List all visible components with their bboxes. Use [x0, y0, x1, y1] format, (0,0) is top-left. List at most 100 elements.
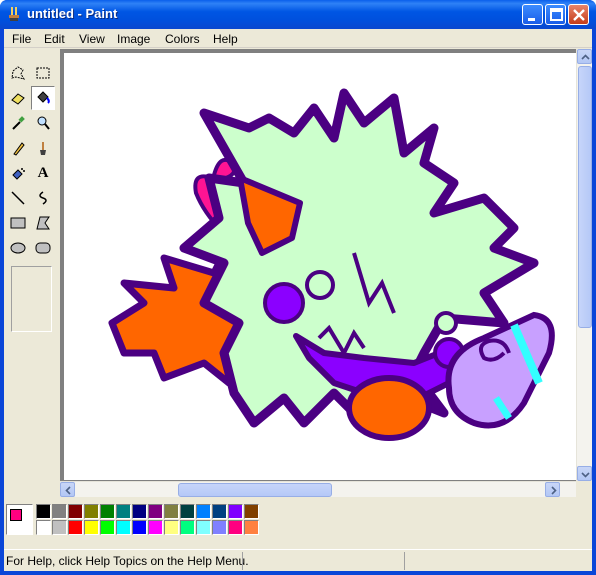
status-bar: For Help, click Help Topics on the Help … — [4, 549, 592, 571]
rectangle-icon — [10, 217, 26, 229]
drawing-image — [108, 88, 555, 441]
polygon-icon — [36, 216, 50, 230]
scrollbar-corner — [576, 481, 592, 497]
palette-swatch[interactable] — [164, 520, 179, 535]
palette-swatch[interactable] — [244, 520, 259, 535]
menu-edit[interactable]: Edit — [44, 32, 65, 46]
ellipse-tool[interactable] — [6, 236, 30, 260]
status-divider — [242, 552, 243, 570]
maximize-button[interactable] — [545, 4, 566, 25]
close-button[interactable] — [568, 4, 589, 25]
vertical-scroll-thumb[interactable] — [578, 66, 592, 328]
scroll-right-button[interactable] — [545, 482, 560, 497]
palette-swatch[interactable] — [148, 520, 163, 535]
status-divider — [404, 552, 405, 570]
menu-file[interactable]: File — [12, 32, 31, 46]
palette-swatch[interactable] — [244, 504, 259, 519]
scroll-down-button[interactable] — [577, 466, 592, 481]
rounded-rectangle-icon — [35, 242, 51, 254]
pick-color-tool[interactable] — [6, 111, 30, 135]
menu-view[interactable]: View — [79, 32, 105, 46]
color-palette — [4, 499, 592, 549]
curve-icon — [39, 191, 47, 205]
tool-options-box[interactable] — [11, 266, 52, 332]
free-form-select-tool[interactable] — [6, 61, 30, 85]
horizontal-scroll-thumb[interactable] — [178, 483, 332, 497]
chevron-up-icon — [581, 54, 590, 60]
text-icon: A — [37, 164, 49, 181]
palette-swatch[interactable] — [212, 504, 227, 519]
palette-swatch[interactable] — [164, 504, 179, 519]
palette-swatch[interactable] — [116, 520, 131, 535]
airbrush-tool[interactable] — [6, 161, 30, 185]
palette-swatch[interactable] — [84, 504, 99, 519]
paint-app-icon — [9, 7, 19, 21]
horizontal-scrollbar[interactable] — [60, 481, 576, 497]
menu-image[interactable]: Image — [117, 32, 150, 46]
current-colors-box[interactable] — [6, 504, 33, 535]
menu-bar: File Edit View Image Colors Help — [4, 29, 592, 48]
minimize-button[interactable] — [522, 4, 543, 25]
text-tool[interactable]: A — [31, 161, 55, 185]
paint-window: untitled - Paint File Edit View Image Co… — [0, 0, 596, 575]
pencil-tool[interactable] — [6, 136, 30, 160]
palette-swatch[interactable] — [100, 520, 115, 535]
toolbox: A — [4, 49, 58, 504]
menu-colors[interactable]: Colors — [165, 32, 200, 46]
brush-icon — [40, 142, 46, 155]
client-area: File Edit View Image Colors Help A For H… — [4, 29, 592, 571]
window-title: untitled - Paint — [27, 6, 118, 21]
foreground-color-swatch[interactable] — [10, 509, 22, 521]
curve-tool[interactable] — [31, 186, 55, 210]
title-bar[interactable]: untitled - Paint — [0, 0, 596, 29]
maximize-icon — [550, 8, 563, 21]
vertical-scrollbar[interactable] — [576, 49, 592, 481]
rounded-rectangle-tool[interactable] — [31, 236, 55, 260]
palette-swatch[interactable] — [36, 504, 51, 519]
fill-with-color-tool[interactable] — [31, 86, 55, 110]
line-tool[interactable] — [6, 186, 30, 210]
palette-swatch[interactable] — [84, 520, 99, 535]
palette-swatch[interactable] — [196, 504, 211, 519]
scroll-left-button[interactable] — [60, 482, 75, 497]
palette-swatch[interactable] — [132, 504, 147, 519]
chevron-down-icon — [581, 472, 590, 478]
brush-tool[interactable] — [31, 136, 55, 160]
drawing-canvas[interactable] — [64, 53, 576, 480]
select-icon — [36, 67, 50, 79]
palette-swatch[interactable] — [196, 520, 211, 535]
line-icon — [11, 191, 25, 205]
palette-swatch[interactable] — [180, 504, 195, 519]
polygon-tool[interactable] — [31, 211, 55, 235]
palette-swatch[interactable] — [212, 520, 227, 535]
palette-swatch[interactable] — [52, 504, 67, 519]
palette-swatch[interactable] — [68, 504, 83, 519]
status-text: For Help, click Help Topics on the Help … — [6, 554, 249, 568]
eraser-icon — [11, 93, 25, 105]
pick-color-icon — [12, 116, 25, 130]
scroll-up-button[interactable] — [577, 49, 592, 64]
magnifier-tool[interactable] — [31, 111, 55, 135]
palette-swatch[interactable] — [36, 520, 51, 535]
eraser-tool[interactable] — [6, 86, 30, 110]
minimize-icon — [528, 18, 535, 21]
menu-help[interactable]: Help — [213, 32, 238, 46]
palette-swatch[interactable] — [228, 520, 243, 535]
palette-swatch[interactable] — [116, 504, 131, 519]
airbrush-icon — [12, 168, 25, 180]
palette-swatch[interactable] — [52, 520, 67, 535]
ellipse-icon — [10, 242, 26, 254]
rectangle-tool[interactable] — [6, 211, 30, 235]
chevron-right-icon — [551, 486, 557, 495]
chevron-left-icon — [65, 486, 71, 495]
free-form-select-icon — [11, 66, 26, 80]
magnifier-icon — [37, 116, 50, 130]
palette-swatch[interactable] — [100, 504, 115, 519]
palette-swatch[interactable] — [132, 520, 147, 535]
pencil-icon — [13, 142, 25, 156]
palette-swatch[interactable] — [68, 520, 83, 535]
palette-swatch[interactable] — [180, 520, 195, 535]
palette-swatch[interactable] — [228, 504, 243, 519]
select-tool[interactable] — [31, 61, 55, 85]
palette-swatch[interactable] — [148, 504, 163, 519]
